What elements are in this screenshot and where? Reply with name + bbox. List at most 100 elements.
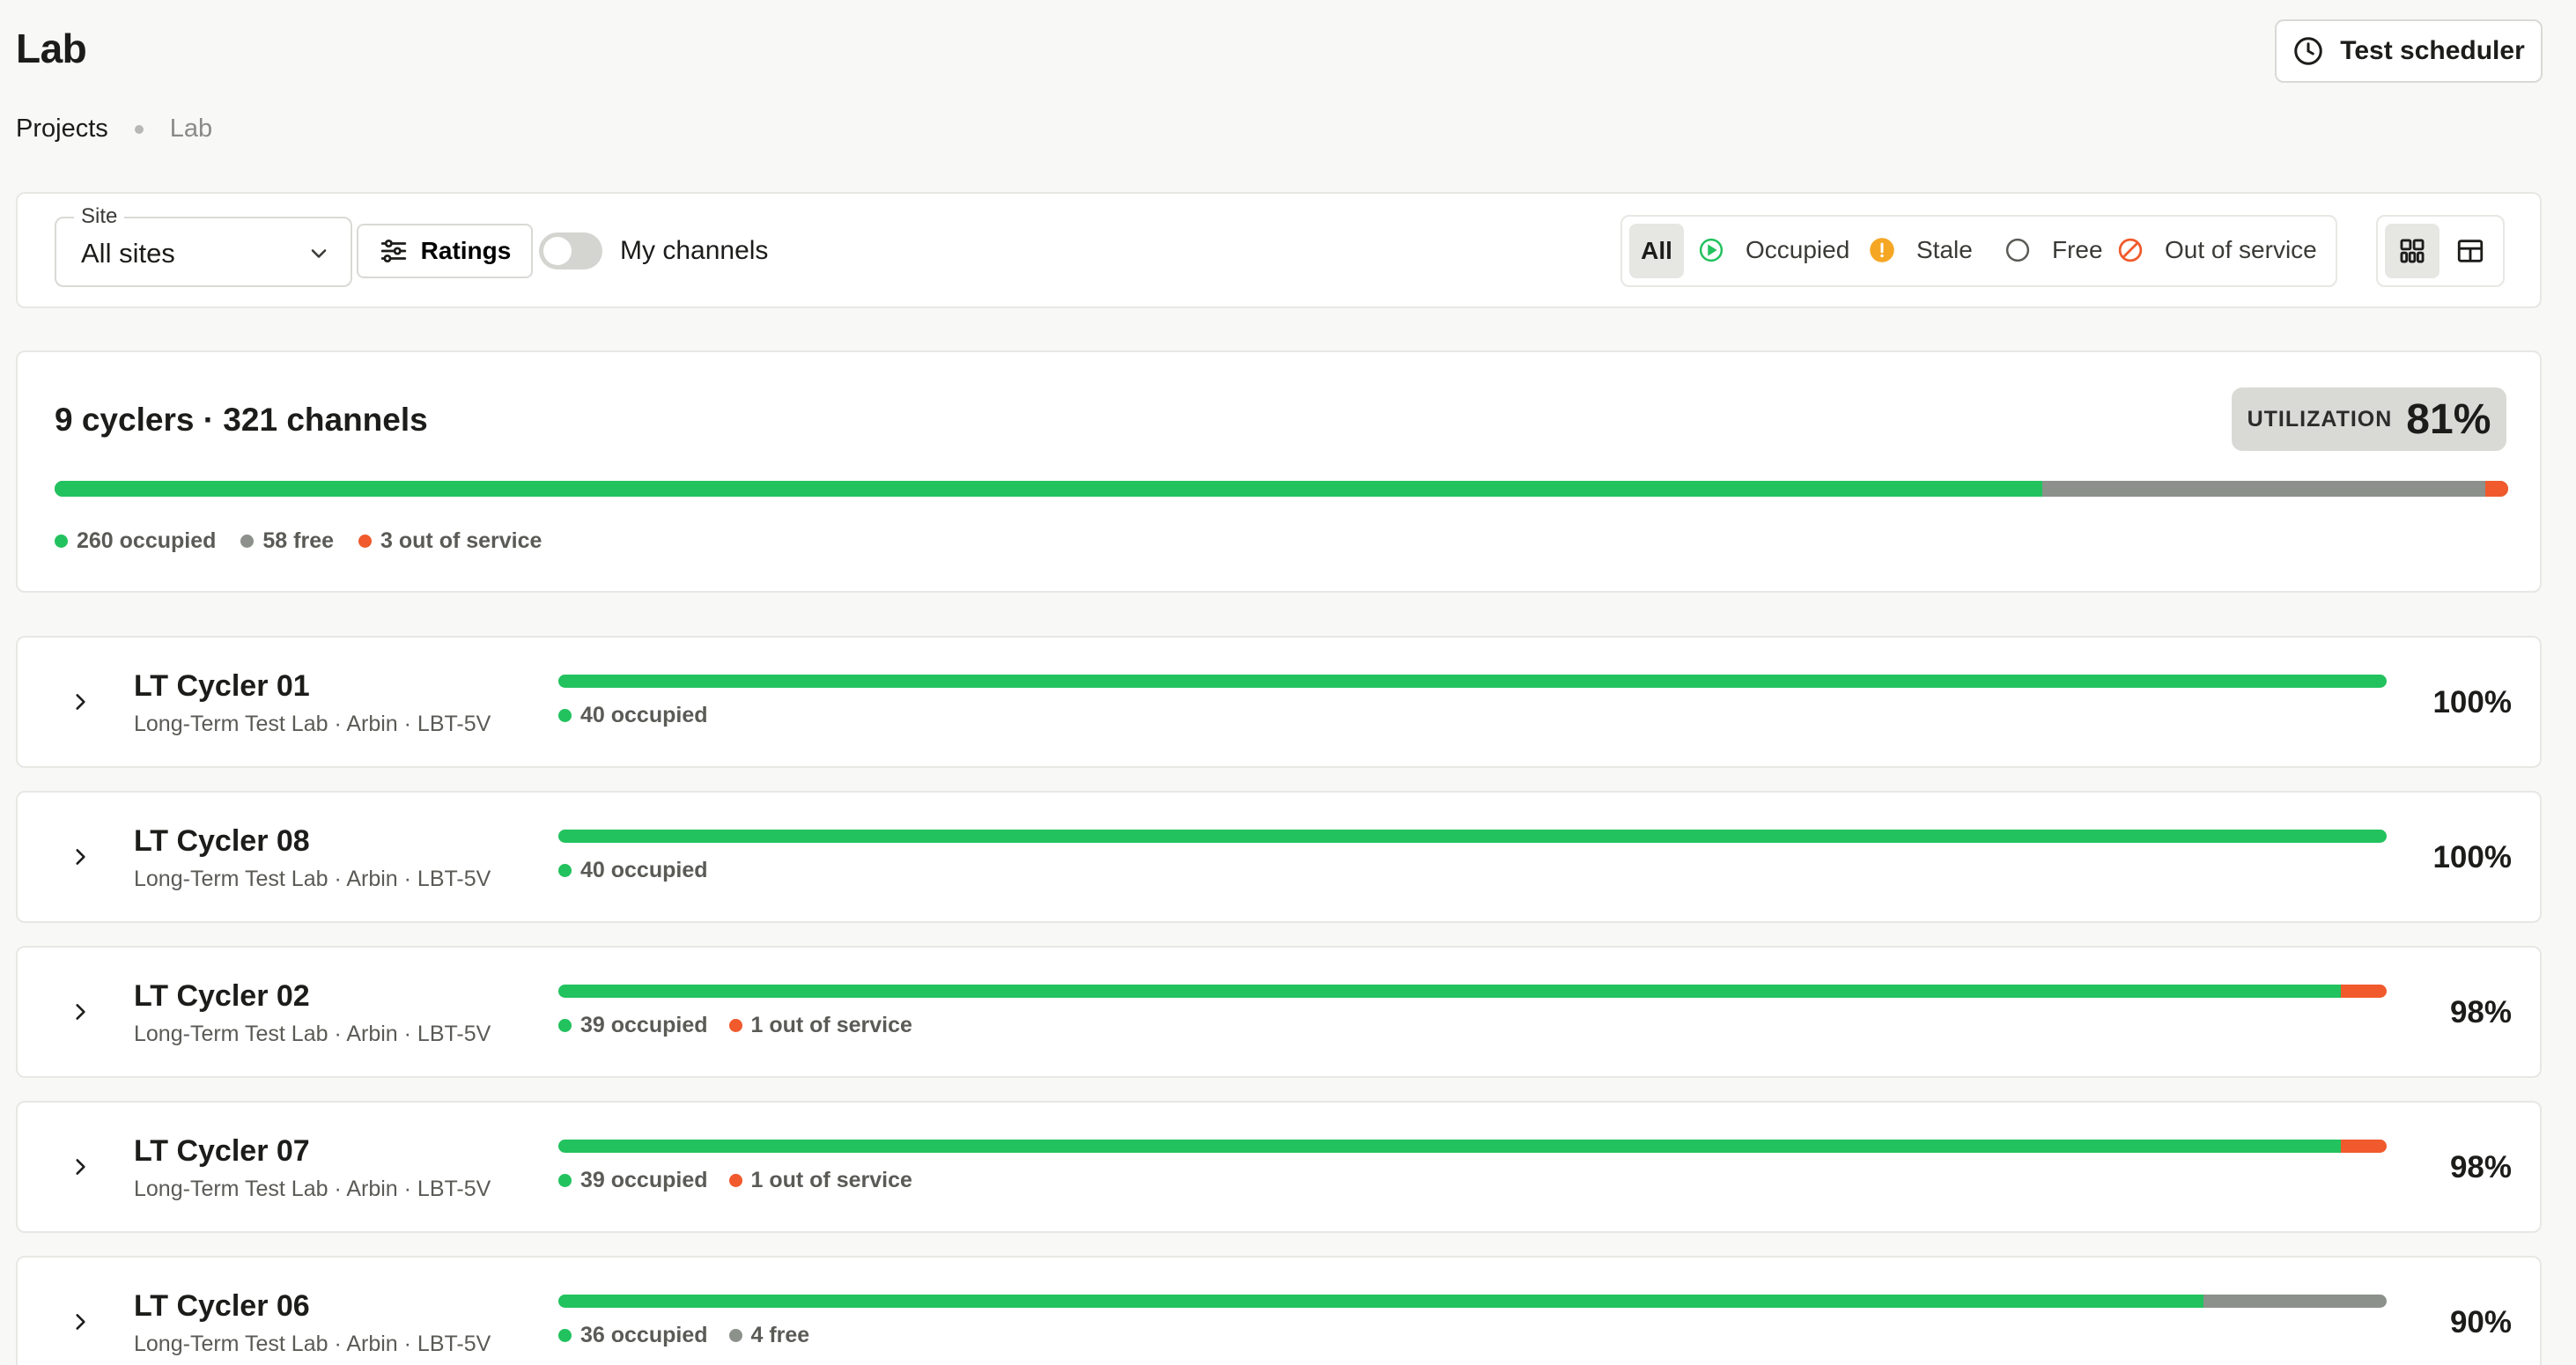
occupied-dot — [558, 1174, 572, 1187]
utilization-badge: UTILIZATION 81% — [2232, 387, 2506, 451]
cycler-name: LT Cycler 08 — [134, 824, 310, 858]
test-scheduler-label: Test scheduler — [2340, 36, 2525, 65]
status-filter-occupied-label: Occupied — [1746, 236, 1850, 263]
cycler-legend-item: 1 out of service — [728, 1168, 912, 1193]
occupied-dot — [558, 864, 572, 877]
my-channels-toggle[interactable] — [539, 232, 602, 269]
cycler-utilization-bar — [558, 985, 2387, 998]
cycler-legend-item: 1 out of service — [728, 1013, 912, 1038]
cycler-name: LT Cycler 06 — [134, 1289, 310, 1323]
occupied-dot — [55, 535, 68, 548]
bar-segment-occupied — [558, 1140, 2342, 1153]
status-filter-all[interactable]: All — [1629, 224, 1684, 278]
cycler-legend-label: 39 occupied — [580, 1168, 708, 1192]
status-filter-free[interactable]: Free — [2004, 236, 2103, 264]
cycler-card[interactable]: LT Cycler 01 Long-Term Test Lab · Arbin … — [16, 636, 2542, 768]
legend-out-of-service: 3 out of service — [358, 528, 542, 554]
prohibited-icon — [2118, 238, 2143, 262]
legend-occupied: 260 occupied — [55, 528, 216, 554]
utilization-value: 81% — [2406, 395, 2491, 443]
cycler-meta: Long-Term Test Lab · Arbin · LBT-5V — [134, 1022, 491, 1046]
chevron-right-icon — [76, 694, 85, 710]
cycler-meta: Long-Term Test Lab · Arbin · LBT-5V — [134, 712, 491, 736]
status-filter-occupied[interactable]: Occupied — [1698, 236, 1849, 264]
cycler-utilization-bar — [558, 830, 2387, 843]
cycler-utilization-percent: 98% — [2449, 995, 2512, 1029]
expand-button[interactable] — [63, 995, 97, 1029]
cycler-utilization-percent: 90% — [2449, 1305, 2512, 1339]
bar-segment-occupied — [558, 675, 2387, 688]
expand-button[interactable] — [63, 840, 97, 874]
grid-view-button[interactable] — [2385, 224, 2439, 278]
cycler-legend: 40 occupied — [558, 858, 708, 883]
out-of-service-dot — [728, 1174, 742, 1187]
cycler-utilization-percent: 98% — [2449, 1150, 2512, 1184]
cycler-card[interactable]: LT Cycler 07 Long-Term Test Lab · Arbin … — [16, 1101, 2542, 1233]
cycler-legend-item: 40 occupied — [558, 858, 708, 883]
bar-segment-free — [2041, 481, 2485, 497]
table-view-button[interactable] — [2443, 224, 2498, 278]
legend-occupied-label: 260 occupied — [77, 528, 217, 553]
status-filter-stale[interactable]: Stale — [1869, 236, 1973, 264]
cycler-meta: Long-Term Test Lab · Arbin · LBT-5V — [134, 867, 491, 891]
occupied-dot — [558, 709, 572, 722]
breadcrumb-projects[interactable]: Projects — [16, 114, 108, 144]
cycler-card[interactable]: LT Cycler 02 Long-Term Test Lab · Arbin … — [16, 946, 2542, 1078]
status-filter-group: All Occupied Stale Free Out of service — [1620, 215, 2337, 287]
view-toggle — [2376, 215, 2505, 287]
cycler-legend: 39 occupied 1 out of service — [558, 1168, 912, 1193]
page-title: Lab — [16, 26, 87, 71]
cycler-utilization-percent: 100% — [2432, 840, 2512, 874]
cycler-meta: Long-Term Test Lab · Arbin · LBT-5V — [134, 1177, 491, 1201]
cycler-legend-item: 36 occupied — [558, 1323, 708, 1348]
out-of-service-dot — [358, 535, 373, 548]
cycler-name: LT Cycler 01 — [134, 669, 310, 703]
cycler-legend-label: 39 occupied — [580, 1013, 708, 1037]
ratings-button[interactable]: Ratings — [357, 224, 533, 278]
free-dot — [240, 535, 255, 548]
utilization-summary: 9 cyclers · 321 channels UTILIZATION 81%… — [16, 350, 2542, 593]
chevron-right-icon — [76, 849, 85, 865]
expand-button[interactable] — [63, 1150, 97, 1184]
cycler-utilization-percent: 100% — [2432, 685, 2512, 719]
chevron-down-icon — [311, 249, 327, 258]
cycler-legend-label: 1 out of service — [750, 1013, 912, 1037]
cycler-legend: 36 occupied 4 free — [558, 1323, 809, 1348]
bar-segment-out-of-service — [2484, 481, 2508, 497]
test-scheduler-button[interactable]: Test scheduler — [2275, 19, 2543, 83]
expand-button[interactable] — [63, 685, 97, 719]
chevron-right-icon — [76, 1314, 85, 1330]
cycler-name: LT Cycler 02 — [134, 979, 310, 1013]
warning-circle-icon — [1870, 238, 1894, 262]
free-dot — [728, 1329, 742, 1342]
breadcrumb-separator — [134, 124, 144, 134]
cycler-legend-item: 39 occupied — [558, 1013, 708, 1038]
cycler-legend-label: 40 occupied — [580, 703, 708, 727]
cycler-utilization-bar — [558, 1140, 2387, 1153]
summary-title: 9 cyclers · 321 channels — [55, 402, 428, 438]
empty-circle-icon — [2005, 238, 2030, 262]
status-filter-out-of-service[interactable]: Out of service — [2117, 236, 2317, 264]
cycler-utilization-bar — [558, 675, 2387, 688]
status-filter-stale-label: Stale — [1916, 236, 1973, 263]
cycler-legend-label: 4 free — [750, 1323, 810, 1347]
cycler-card[interactable]: LT Cycler 08 Long-Term Test Lab · Arbin … — [16, 791, 2542, 923]
bar-segment-occupied — [55, 481, 2042, 497]
cycler-legend-label: 1 out of service — [750, 1168, 912, 1192]
bar-segment-occupied — [558, 1295, 2204, 1308]
table-view-icon — [2457, 240, 2484, 262]
cycler-card[interactable]: LT Cycler 06 Long-Term Test Lab · Arbin … — [16, 1256, 2542, 1365]
cycler-legend-item: 4 free — [728, 1323, 810, 1348]
site-select[interactable]: Site All sites — [55, 204, 352, 287]
summary-legend: 260 occupied 58 free 3 out of service — [55, 528, 542, 554]
cycler-legend: 39 occupied 1 out of service — [558, 1013, 912, 1038]
utilization-label: UTILIZATION — [2247, 406, 2393, 432]
site-select-value: All sites — [81, 238, 175, 269]
legend-free-label: 58 free — [262, 528, 335, 553]
cycler-name: LT Cycler 07 — [134, 1134, 310, 1168]
cycler-meta: Long-Term Test Lab · Arbin · LBT-5V — [134, 1332, 491, 1356]
filter-bar: Site All sites Ratings My channels All O… — [16, 192, 2542, 308]
expand-button[interactable] — [63, 1305, 97, 1339]
status-filter-out-of-service-label: Out of service — [2165, 236, 2317, 263]
my-channels-label[interactable]: My channels — [620, 236, 768, 266]
